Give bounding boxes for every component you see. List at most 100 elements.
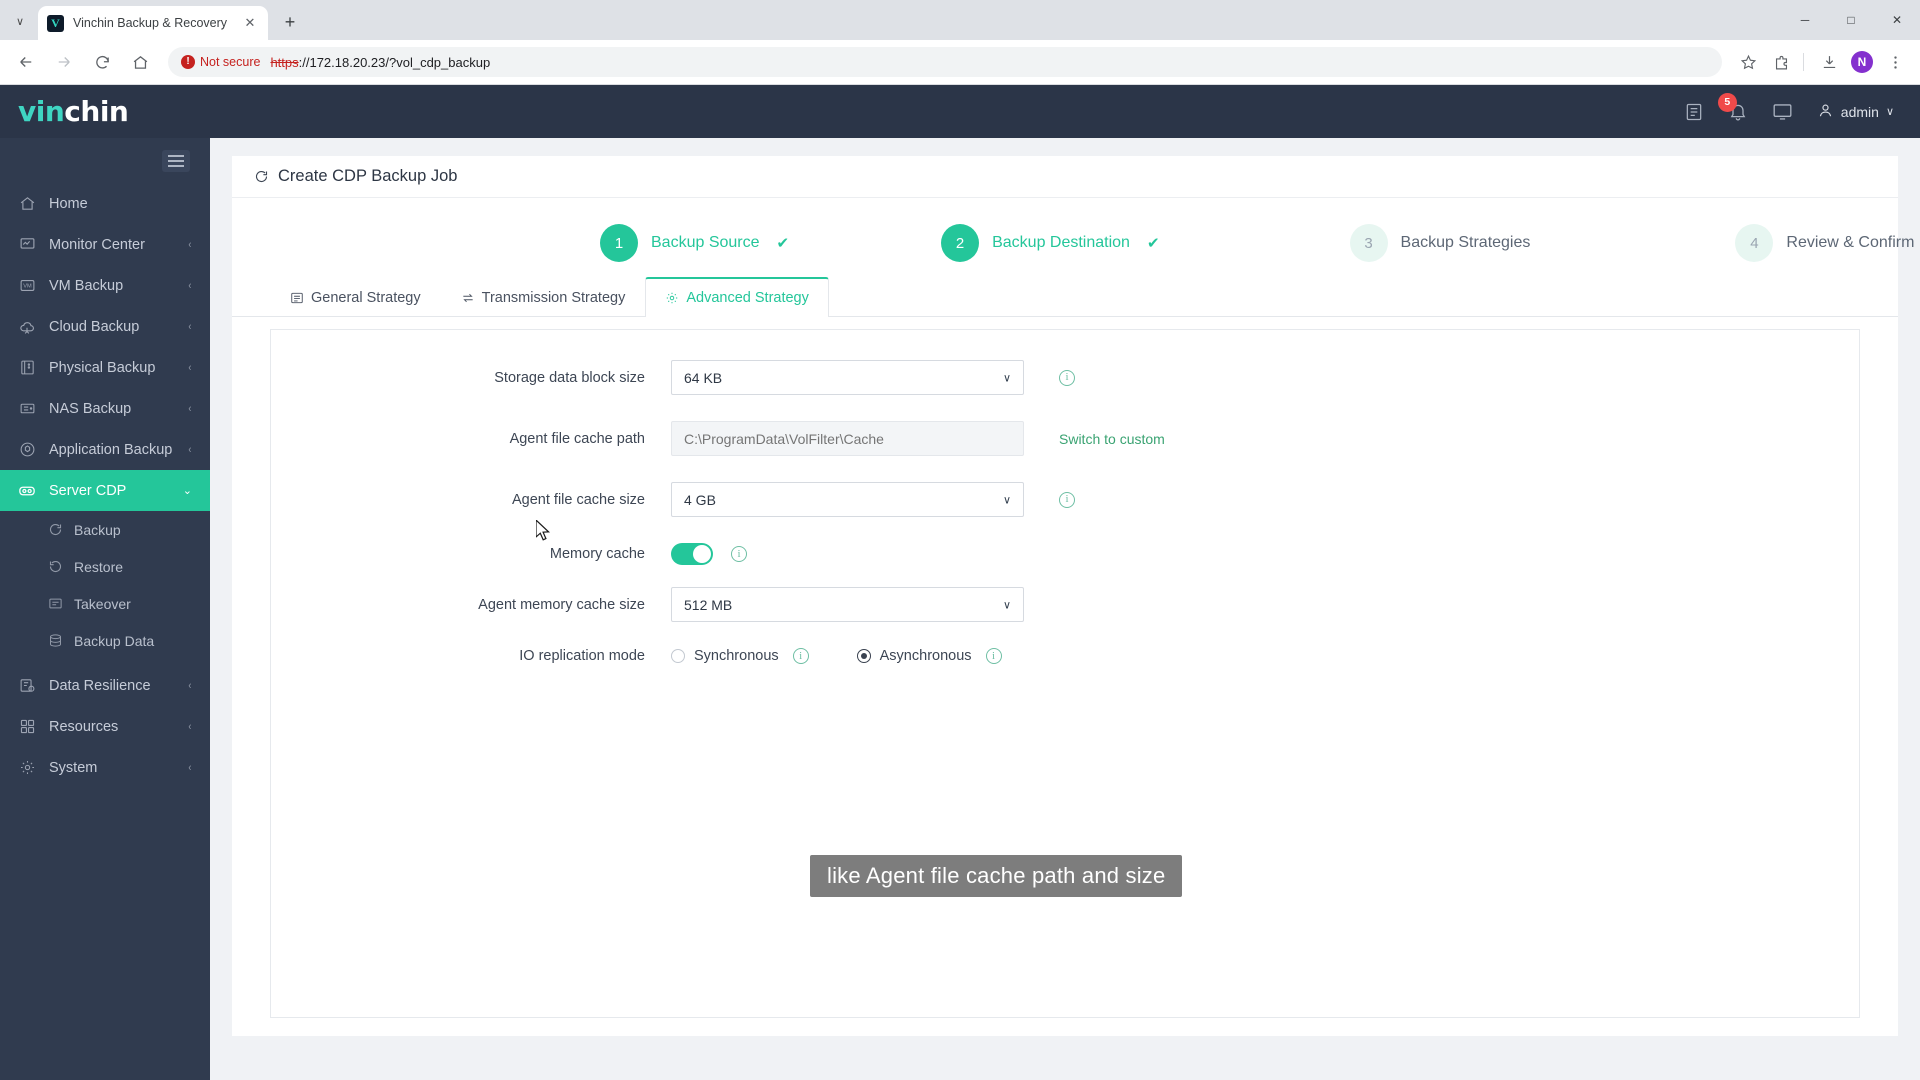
sidebar-subitem-takeover[interactable]: Takeover <box>0 585 210 622</box>
content-area: Create CDP Backup Job 1 Backup Source ✔ … <box>210 138 1920 1080</box>
storage-block-size-select[interactable]: 64 KB <box>671 360 1024 395</box>
tab-list-chevron-icon[interactable]: ∨ <box>6 7 34 35</box>
step-backup-source[interactable]: 1 Backup Source ✔ <box>600 224 789 262</box>
tab-transmission-strategy[interactable]: Transmission Strategy <box>441 278 646 317</box>
takeover-icon <box>46 596 65 611</box>
field-label: Storage data block size <box>494 369 645 386</box>
sidebar-item-physical-backup[interactable]: Physical Backup ‹ <box>0 347 210 388</box>
new-tab-button[interactable]: + <box>275 7 305 37</box>
reload-icon[interactable] <box>86 46 118 78</box>
tab-general-strategy[interactable]: General Strategy <box>270 278 441 317</box>
field-label: Memory cache <box>549 546 645 562</box>
step-backup-strategies[interactable]: 3 Backup Strategies <box>1349 224 1530 262</box>
downloads-icon[interactable] <box>1814 47 1844 77</box>
chevron-left-icon: ‹ <box>188 761 192 774</box>
sidebar-subitem-restore[interactable]: Restore <box>0 548 210 585</box>
browser-tab[interactable]: V Vinchin Backup & Recovery ✕ <box>38 6 268 40</box>
radio-asynchronous[interactable]: Asynchronous <box>856 648 972 664</box>
chevron-down-icon: ∨ <box>1885 106 1894 118</box>
info-icon[interactable]: i <box>985 648 1002 664</box>
sidebar-item-system[interactable]: System ‹ <box>0 747 210 788</box>
document-icon[interactable] <box>1684 102 1704 122</box>
sidebar-item-label: NAS Backup <box>49 400 132 417</box>
switch-to-custom-link[interactable]: Switch to custom <box>1059 431 1165 447</box>
sidebar-item-nas-backup[interactable]: NAS Backup ‹ <box>0 388 210 429</box>
extensions-icon[interactable] <box>1766 47 1796 77</box>
url-scheme: https <box>270 54 299 70</box>
not-secure-indicator[interactable]: ! Not secure <box>181 55 260 69</box>
check-icon: ✔ <box>1146 235 1160 252</box>
info-icon[interactable]: i <box>1059 369 1075 386</box>
radio-button[interactable] <box>856 649 871 663</box>
avatar: N <box>1851 51 1873 73</box>
window-controls: ─ □ ✕ <box>1782 0 1920 40</box>
address-bar[interactable]: ! Not secure https://172.18.20.23/?vol_c… <box>168 47 1722 77</box>
chevron-left-icon: ‹ <box>188 279 192 292</box>
brand-logo[interactable]: vin chin <box>0 85 210 138</box>
browser-tab-strip: ∨ V Vinchin Backup & Recovery ✕ + ─ □ ✕ <box>0 0 1920 40</box>
toggle-knob <box>693 545 711 563</box>
radio-synchronous[interactable]: Synchronous <box>671 648 779 664</box>
sidebar-item-monitor-center[interactable]: Monitor Center ‹ <box>0 224 210 265</box>
sidebar-item-data-resilience[interactable]: Data Resilience ‹ <box>0 665 210 706</box>
restore-icon <box>46 559 65 574</box>
tab-close-icon[interactable]: ✕ <box>241 14 259 32</box>
bell-icon[interactable]: 5 <box>1717 92 1748 122</box>
not-secure-label: Not secure <box>200 55 261 69</box>
radio-button[interactable] <box>671 649 685 663</box>
chevron-left-icon: ‹ <box>188 679 192 692</box>
url-text: https://172.18.20.23/?vol_cdp_backup <box>270 55 490 70</box>
wizard-panel: Create CDP Backup Job 1 Backup Source ✔ … <box>232 156 1914 1036</box>
server-icon <box>16 359 38 376</box>
storage-block-size-control: 64 KB ∨ <box>671 360 1024 395</box>
sidebar-item-vm-backup[interactable]: VM VM Backup ‹ <box>0 265 210 306</box>
step-label: Backup Source <box>651 234 760 251</box>
memory-cache-toggle[interactable] <box>671 543 713 565</box>
tab-label: Transmission Strategy <box>481 290 626 306</box>
sidebar-item-home[interactable]: Home <box>0 183 210 224</box>
minimize-icon[interactable]: ─ <box>1782 0 1828 40</box>
step-backup-destination[interactable]: 2 Backup Destination ✔ <box>941 224 1160 262</box>
forward-arrow-icon[interactable] <box>48 46 80 78</box>
form-row-agent-memory-cache-size: Agent memory cache size 512 MB ∨ <box>271 587 1859 622</box>
step-review-confirm[interactable]: 4 Review & Confirm <box>1735 224 1914 262</box>
tab-favicon-icon: V <box>47 14 64 32</box>
sidebar-item-resources[interactable]: Resources ‹ <box>0 706 210 747</box>
sidebar-item-label: Monitor Center <box>49 236 145 253</box>
agent-file-cache-size-info: i <box>1059 491 1075 508</box>
sidebar-item-server-cdp[interactable]: Server CDP ⌄ <box>0 470 210 511</box>
step-number: 2 <box>941 224 980 262</box>
sidebar-item-application-backup[interactable]: Application Backup ‹ <box>0 429 210 470</box>
home-icon[interactable] <box>124 46 156 78</box>
tab-advanced-strategy[interactable]: Advanced Strategy <box>645 277 829 317</box>
refresh-icon <box>254 169 269 184</box>
info-icon[interactable]: i <box>1059 491 1075 508</box>
monitor-screen-icon[interactable] <box>1772 101 1793 122</box>
sidebar-subitem-backup-data[interactable]: Backup Data <box>0 622 210 659</box>
agent-file-cache-path-input[interactable] <box>671 421 1024 456</box>
sidebar-item-label: Server CDP <box>49 482 127 499</box>
sidebar-item-label: Home <box>49 195 88 212</box>
info-icon[interactable]: i <box>731 546 747 562</box>
maximize-icon[interactable]: □ <box>1828 0 1874 40</box>
sidebar-item-cloud-backup[interactable]: Cloud Backup ‹ <box>0 306 210 347</box>
profile-avatar[interactable]: N <box>1847 47 1877 77</box>
info-icon[interactable]: i <box>792 648 809 664</box>
form-row-memory-cache: Memory cache i <box>271 543 1859 565</box>
user-menu[interactable]: admin ∨ <box>1817 102 1894 122</box>
agent-file-cache-size-select[interactable]: 4 GB <box>671 482 1024 517</box>
chevron-down-icon: ⌄ <box>182 485 192 497</box>
toolbar-divider <box>1803 53 1804 71</box>
agent-memory-cache-size-select[interactable]: 512 MB <box>671 587 1024 622</box>
nas-icon <box>16 400 38 417</box>
tab-label: Advanced Strategy <box>686 290 809 306</box>
back-arrow-icon[interactable] <box>10 46 42 78</box>
sidebar-subitem-label: Backup <box>74 521 121 538</box>
sidebar-subitem-backup[interactable]: Backup <box>0 511 210 548</box>
app-topbar: 5 admin ∨ <box>210 85 1920 138</box>
browser-menu-icon[interactable] <box>1880 47 1910 77</box>
agent-file-cache-size-control: 4 GB ∨ <box>671 482 1024 517</box>
bookmark-star-icon[interactable] <box>1733 47 1763 77</box>
hamburger-icon[interactable] <box>162 149 190 172</box>
close-window-icon[interactable]: ✕ <box>1874 0 1920 40</box>
